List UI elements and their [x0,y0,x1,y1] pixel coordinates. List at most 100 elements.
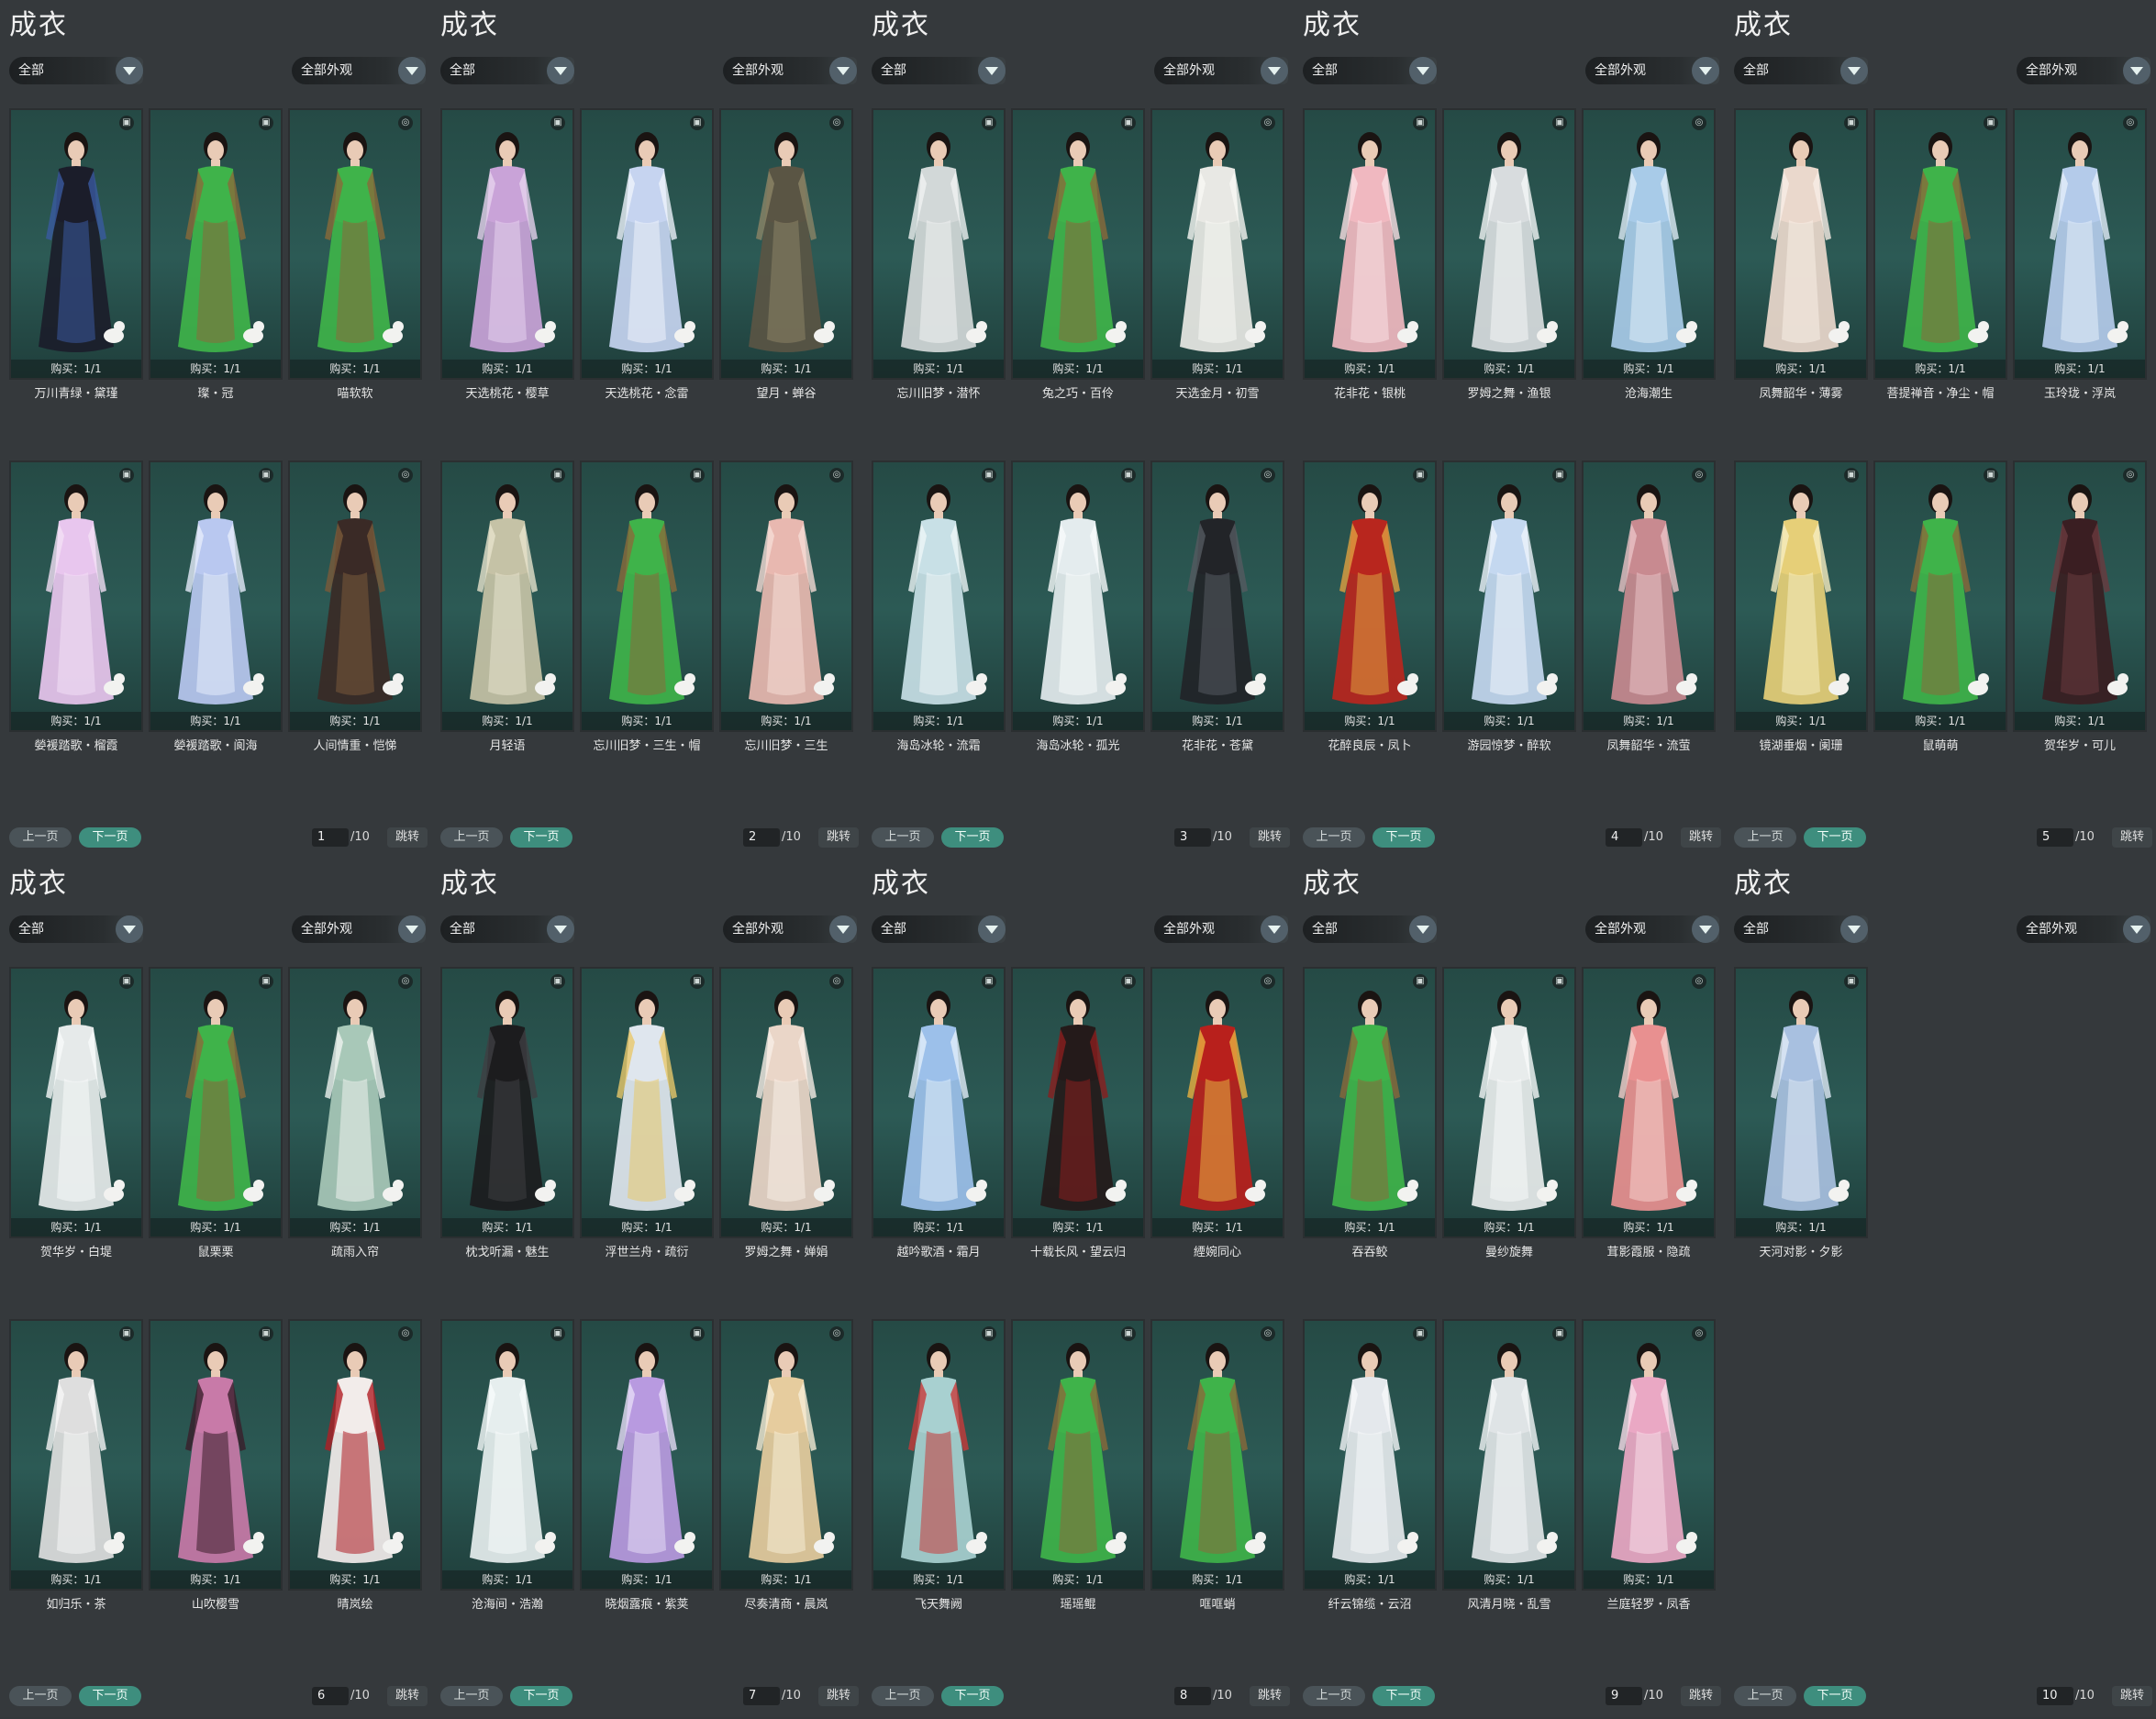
chevron-down-icon[interactable] [978,57,1006,84]
jump-button[interactable]: 跳转 [1250,1686,1290,1706]
outfit-card[interactable]: ▣ 购买：1/1 [1303,967,1437,1238]
gift-icon[interactable]: ◎ [398,1326,413,1341]
outfit-card[interactable]: ▣ 购买：1/1 [149,460,283,732]
outfit-card[interactable]: ▣ 购买：1/1 [1303,460,1437,732]
appearance-dropdown[interactable]: 全部外观 [1585,57,1719,84]
gift-icon[interactable]: ◎ [1261,974,1275,989]
appearance-dropdown[interactable]: 全部外观 [2017,915,2150,943]
bag-icon[interactable]: ▣ [119,974,134,989]
next-page-button[interactable]: 下一页 [941,1686,1004,1706]
bag-icon[interactable]: ▣ [1984,116,1998,130]
category-dropdown[interactable]: 全部 [872,57,1006,84]
bag-icon[interactable]: ▣ [1121,974,1136,989]
outfit-card[interactable]: ◎ 购买：1/1 [2013,108,2147,380]
appearance-dropdown[interactable]: 全部外观 [1154,57,1288,84]
outfit-card[interactable]: ▣ 购买：1/1 [149,967,283,1238]
outfit-card[interactable]: ▣ 购买：1/1 [872,108,1006,380]
outfit-card[interactable]: ▣ 购买：1/1 [872,1319,1006,1591]
chevron-down-icon[interactable] [1840,57,1868,84]
bag-icon[interactable]: ▣ [1413,116,1428,130]
gift-icon[interactable]: ◎ [1261,116,1275,130]
jump-button[interactable]: 跳转 [1681,827,1721,848]
bag-icon[interactable]: ▣ [259,468,273,482]
next-page-button[interactable]: 下一页 [1804,827,1866,848]
jump-button[interactable]: 跳转 [818,1686,859,1706]
outfit-card[interactable]: ◎ 购买：1/1 [1582,108,1716,380]
chevron-down-icon[interactable] [1409,915,1437,943]
outfit-card[interactable]: ◎ 购买：1/1 [1582,460,1716,732]
page-number-input[interactable]: 1 [312,828,349,847]
gift-icon[interactable]: ◎ [1261,468,1275,482]
jump-button[interactable]: 跳转 [2112,1686,2152,1706]
bag-icon[interactable]: ▣ [1413,468,1428,482]
gift-icon[interactable]: ◎ [829,974,844,989]
chevron-down-icon[interactable] [1692,915,1719,943]
bag-icon[interactable]: ▣ [119,1326,134,1341]
outfit-card[interactable]: ▣ 购买：1/1 [580,1319,714,1591]
prev-page-button[interactable]: 上一页 [9,827,72,848]
appearance-dropdown[interactable]: 全部外观 [723,915,857,943]
bag-icon[interactable]: ▣ [1844,468,1859,482]
bag-icon[interactable]: ▣ [1413,974,1428,989]
bag-icon[interactable]: ▣ [259,116,273,130]
bag-icon[interactable]: ▣ [1552,1326,1567,1341]
prev-page-button[interactable]: 上一页 [872,827,934,848]
outfit-card[interactable]: ▣ 购买：1/1 [1734,967,1868,1238]
prev-page-button[interactable]: 上一页 [872,1686,934,1706]
bag-icon[interactable]: ▣ [119,116,134,130]
outfit-card[interactable]: ◎ 购买：1/1 [1150,460,1284,732]
chevron-down-icon[interactable] [829,915,857,943]
next-page-button[interactable]: 下一页 [510,827,572,848]
outfit-card[interactable]: ▣ 购买：1/1 [1303,108,1437,380]
outfit-card[interactable]: ▣ 购买：1/1 [9,108,143,380]
page-number-input[interactable]: 2 [743,828,780,847]
outfit-card[interactable]: ◎ 购买：1/1 [719,460,853,732]
bag-icon[interactable]: ▣ [1552,116,1567,130]
outfit-card[interactable]: ▣ 购买：1/1 [149,1319,283,1591]
gift-icon[interactable]: ◎ [1692,974,1706,989]
outfit-card[interactable]: ◎ 购买：1/1 [1150,108,1284,380]
prev-page-button[interactable]: 上一页 [9,1686,72,1706]
page-number-input[interactable]: 9 [1606,1687,1642,1705]
appearance-dropdown[interactable]: 全部外观 [292,915,426,943]
outfit-card[interactable]: ◎ 购买：1/1 [1582,1319,1716,1591]
chevron-down-icon[interactable] [116,915,143,943]
outfit-card[interactable]: ▣ 购买：1/1 [9,967,143,1238]
bag-icon[interactable]: ▣ [259,1326,273,1341]
outfit-card[interactable]: ▣ 购买：1/1 [580,108,714,380]
outfit-card[interactable]: ◎ 购买：1/1 [719,1319,853,1591]
outfit-card[interactable]: ▣ 购买：1/1 [580,460,714,732]
chevron-down-icon[interactable] [547,57,574,84]
prev-page-button[interactable]: 上一页 [440,1686,503,1706]
bag-icon[interactable]: ▣ [982,468,996,482]
category-dropdown[interactable]: 全部 [440,915,574,943]
gift-icon[interactable]: ◎ [398,116,413,130]
gift-icon[interactable]: ◎ [2123,116,2138,130]
outfit-card[interactable]: ▣ 购买：1/1 [1873,460,2007,732]
outfit-card[interactable]: ◎ 购买：1/1 [719,108,853,380]
chevron-down-icon[interactable] [1261,915,1288,943]
appearance-dropdown[interactable]: 全部外观 [723,57,857,84]
outfit-card[interactable]: ▣ 购买：1/1 [1303,1319,1437,1591]
outfit-card[interactable]: ◎ 购买：1/1 [2013,460,2147,732]
next-page-button[interactable]: 下一页 [79,1686,141,1706]
prev-page-button[interactable]: 上一页 [1303,1686,1365,1706]
bag-icon[interactable]: ▣ [690,974,705,989]
outfit-card[interactable]: ▣ 购买：1/1 [872,967,1006,1238]
jump-button[interactable]: 跳转 [1681,1686,1721,1706]
chevron-down-icon[interactable] [1261,57,1288,84]
outfit-card[interactable]: ▣ 购买：1/1 [580,967,714,1238]
gift-icon[interactable]: ◎ [829,468,844,482]
category-dropdown[interactable]: 全部 [440,57,574,84]
appearance-dropdown[interactable]: 全部外观 [2017,57,2150,84]
bag-icon[interactable]: ▣ [982,974,996,989]
gift-icon[interactable]: ◎ [1261,1326,1275,1341]
bag-icon[interactable]: ▣ [1844,974,1859,989]
jump-button[interactable]: 跳转 [387,1686,428,1706]
outfit-card[interactable]: ▣ 购买：1/1 [1442,460,1576,732]
outfit-card[interactable]: ▣ 购买：1/1 [149,108,283,380]
outfit-card[interactable]: ◎ 购买：1/1 [1582,967,1716,1238]
bag-icon[interactable]: ▣ [550,1326,565,1341]
gift-icon[interactable]: ◎ [1692,468,1706,482]
chevron-down-icon[interactable] [978,915,1006,943]
